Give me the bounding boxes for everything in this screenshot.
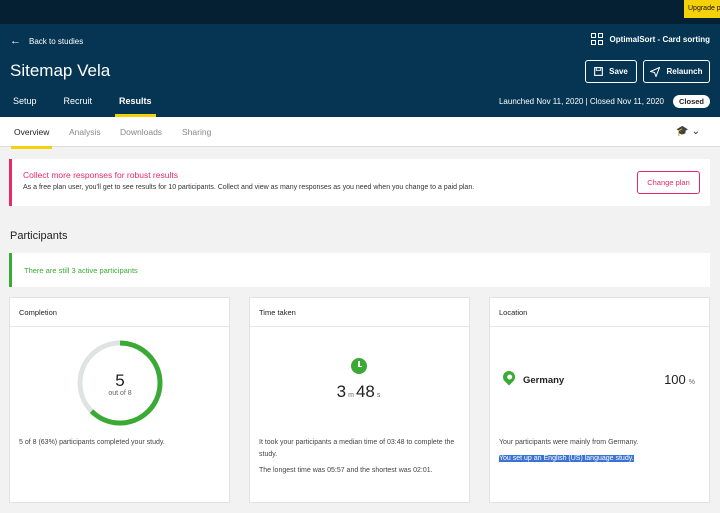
tab-results[interactable]: Results	[115, 95, 156, 117]
save-button[interactable]: Save	[585, 60, 637, 83]
minutes-unit: m	[348, 392, 354, 399]
subtab-downloads[interactable]: Downloads	[120, 127, 162, 137]
study-header: ← Back to studies OptimalSort - Card sor…	[0, 24, 720, 117]
country-percent-value: 100	[664, 372, 686, 387]
seconds-unit: s	[376, 392, 381, 399]
launch-dates: Launched Nov 11, 2020 | Closed Nov 11, 2…	[498, 97, 664, 106]
relaunch-label: Relaunch	[666, 67, 703, 76]
results-subnav: Overview Analysis Downloads Sharing 🎓 ⌄	[0, 117, 720, 149]
time-taken-description: It took your participants a median time …	[259, 439, 455, 458]
time-range-text: The longest time was 05:57 and the short…	[259, 467, 433, 474]
language-text-selected: You set up an English (US) language stud…	[499, 455, 634, 462]
median-time: 3 m 48 s	[250, 382, 469, 402]
status-badge: Closed	[672, 95, 710, 108]
subtab-analysis[interactable]: Analysis	[69, 127, 101, 137]
completion-card-header: Completion	[10, 298, 229, 327]
completion-card: Completion 5 out of 8 5 of 8 (63%) parti…	[9, 297, 230, 503]
location-card-header: Location	[490, 298, 709, 327]
subtab-overview[interactable]: Overview	[10, 127, 53, 149]
median-seconds: 48	[355, 382, 375, 401]
arrow-left-icon: ←	[10, 35, 21, 47]
graduation-cap-menu-icon[interactable]: 🎓 ⌄	[676, 126, 700, 137]
change-plan-button[interactable]: Change plan	[637, 171, 700, 194]
country-name: Germany	[523, 375, 565, 386]
back-to-studies-link[interactable]: ← Back to studies	[10, 35, 83, 47]
study-tabs: Setup Recruit Results	[0, 95, 166, 117]
relaunch-button[interactable]: Relaunch	[643, 60, 710, 83]
upgrade-plan-button[interactable]: Upgrade pl	[684, 0, 720, 18]
participants-heading: Participants	[10, 230, 68, 242]
location-card: Location Germany 100% Your participants …	[489, 297, 710, 503]
time-taken-card: Time taken 3 m 48 s It took your participan…	[249, 297, 470, 503]
subtab-sharing[interactable]: Sharing	[182, 127, 211, 137]
percent-unit: %	[688, 379, 695, 386]
back-label: Back to studies	[29, 36, 84, 46]
language-text: You set up an English (US) language stud…	[499, 453, 634, 465]
location-description: Your participants were mainly from Germa…	[499, 439, 639, 446]
map-pin-icon	[500, 368, 518, 386]
completion-description: 5 of 8 (63%) participants completed your…	[19, 439, 165, 446]
notice-title: Collect more responses for robust result…	[23, 170, 178, 180]
median-minutes: 3	[336, 382, 347, 401]
tab-setup[interactable]: Setup	[13, 95, 37, 117]
clock-icon	[351, 358, 367, 374]
top-bar: Upgrade pl	[0, 0, 720, 24]
country-percent: 100%	[664, 372, 695, 387]
active-participants-message: There are still 3 active participants	[9, 253, 710, 287]
floppy-disk-icon	[594, 67, 604, 76]
plan-notice: Collect more responses for robust result…	[9, 159, 710, 206]
time-taken-card-header: Time taken	[250, 298, 469, 327]
tab-recruit[interactable]: Recruit	[64, 95, 93, 117]
completion-out-of: out of 8	[108, 390, 132, 397]
save-label: Save	[609, 67, 628, 76]
completion-value: 5	[115, 371, 125, 390]
page-title: Sitemap Vela	[10, 61, 111, 80]
notice-description: As a free plan user, you'll get to see r…	[23, 184, 475, 191]
paper-plane-icon	[650, 66, 661, 77]
card-grid-icon	[590, 33, 603, 45]
study-type-label: OptimalSort - Card sorting	[590, 33, 710, 45]
study-type-text: OptimalSort - Card sorting	[609, 34, 710, 44]
active-participants-text: There are still 3 active participants	[24, 266, 138, 275]
